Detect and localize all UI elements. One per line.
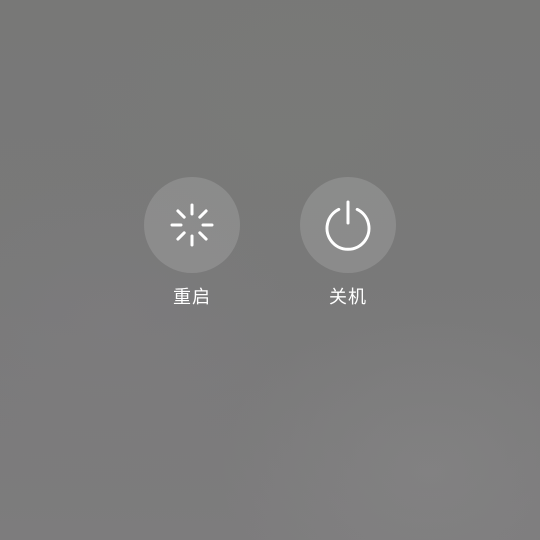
- power-icon: [325, 200, 371, 251]
- restart-option[interactable]: 重启: [144, 177, 240, 309]
- shutdown-label: 关机: [329, 287, 367, 308]
- restart-label: 重启: [173, 287, 211, 308]
- restart-button[interactable]: [144, 177, 240, 273]
- power-menu-screen: 重启 关机: [0, 0, 540, 540]
- shutdown-button[interactable]: [300, 177, 396, 273]
- shutdown-option[interactable]: 关机: [300, 177, 396, 309]
- restart-spinner-icon: [170, 203, 214, 247]
